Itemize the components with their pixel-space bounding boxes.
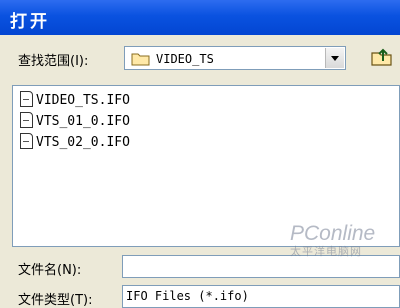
file-type-value: IFO Files (*.ifo) [126,289,249,303]
list-item[interactable]: VTS_01_0.IFO [20,112,130,132]
file-icon [20,112,33,128]
chevron-down-icon[interactable] [325,48,344,68]
look-in-label: 查找范围(I): [18,54,89,69]
up-folder-icon[interactable] [370,47,394,71]
look-in-value: VIDEO_TS [156,52,214,66]
list-item[interactable]: VIDEO_TS.IFO [20,91,130,111]
look-in-dropdown[interactable]: VIDEO_TS [124,46,346,70]
file-type-label: 文件类型(T): [18,293,93,308]
title-bar: 打开 [0,0,400,35]
file-list[interactable]: VIDEO_TS.IFO VTS_01_0.IFO VTS_02_0.IFO [12,85,400,247]
file-type-dropdown[interactable]: IFO Files (*.ifo) [122,285,400,308]
list-item[interactable]: VTS_02_0.IFO [20,133,130,153]
file-icon [20,133,33,149]
file-name: VIDEO_TS.IFO [36,93,130,108]
file-name: VTS_02_0.IFO [36,135,130,150]
folder-icon [131,51,151,70]
file-name-label: 文件名(N): [18,263,82,278]
window-title: 打开 [10,12,50,32]
file-icon [20,91,33,107]
file-name: VTS_01_0.IFO [36,114,130,129]
file-name-field[interactable] [122,255,400,278]
